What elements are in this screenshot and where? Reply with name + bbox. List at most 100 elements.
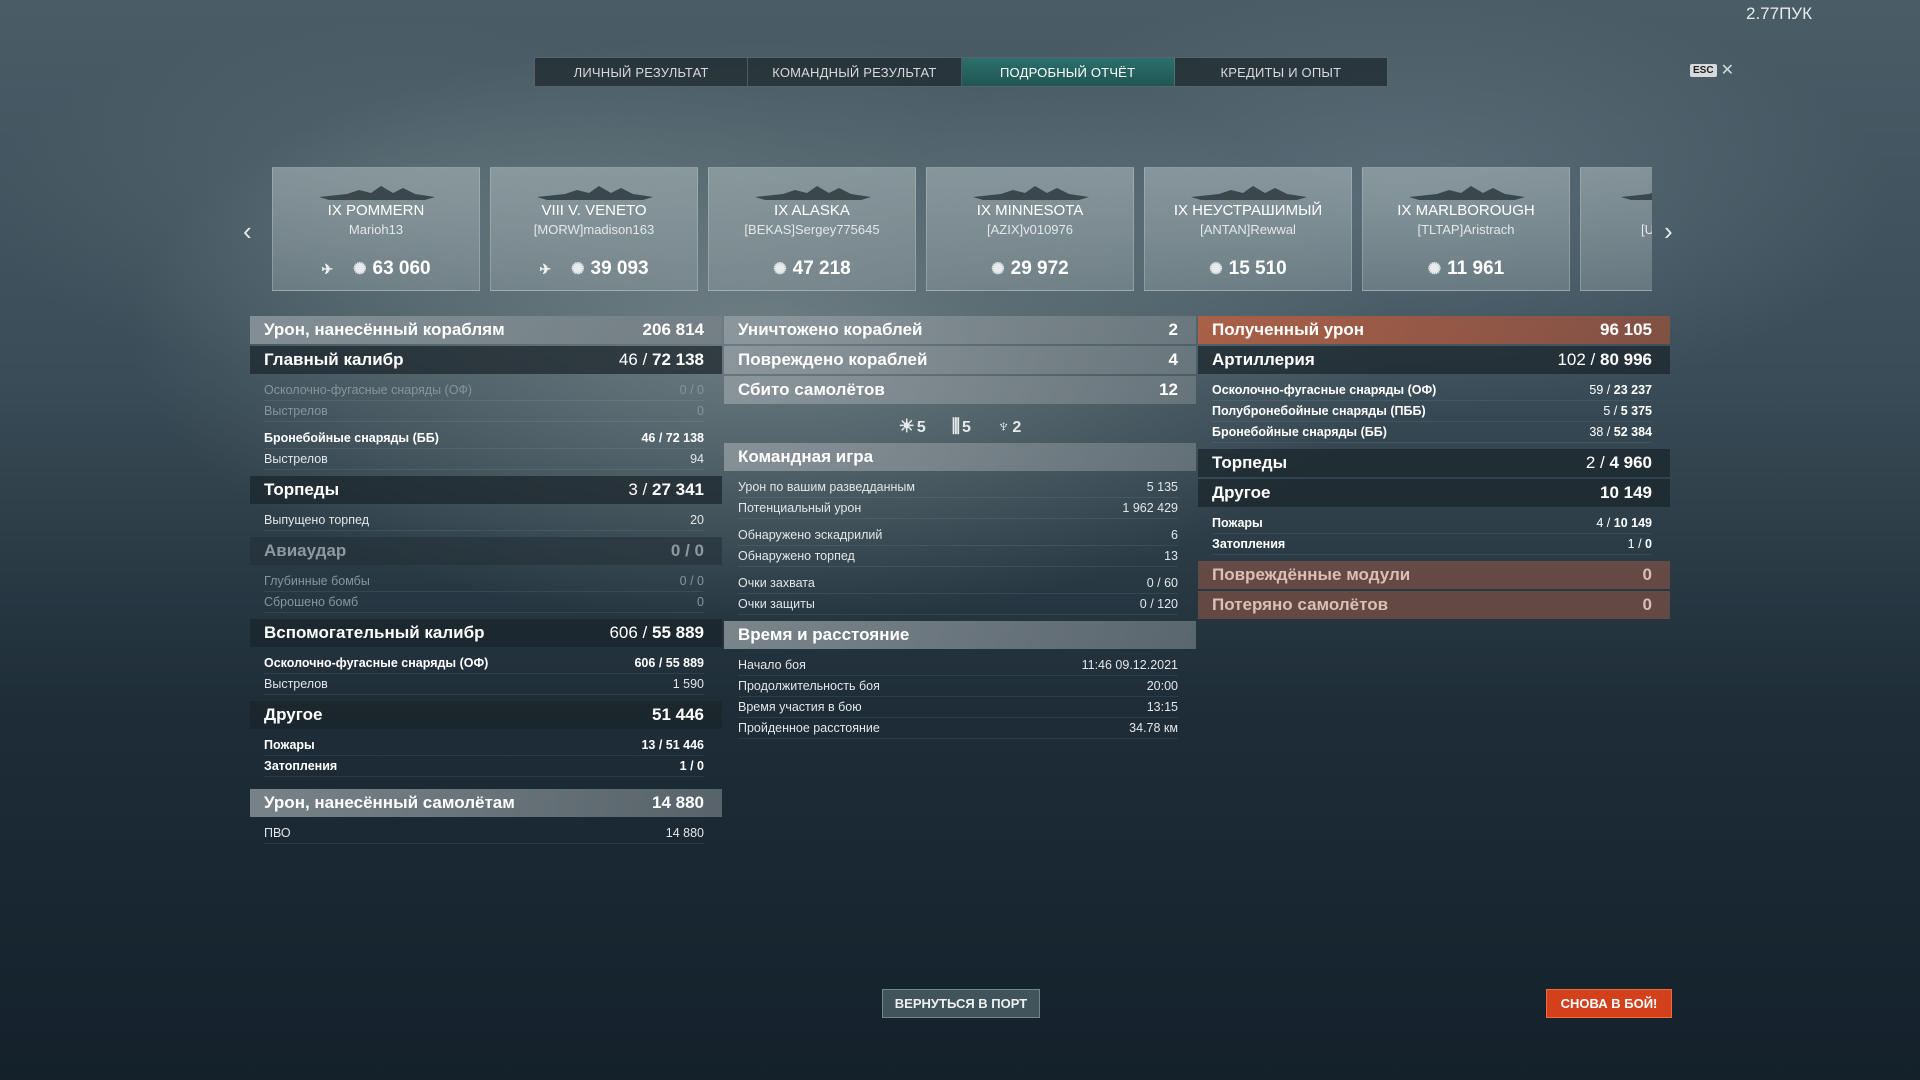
ship-name: IX MINNESOTA: [976, 202, 1084, 219]
damage-burst-icon: ✺: [1209, 261, 1223, 278]
main-battery-rows: Осколочно-фугасные снаряды (ОФ) 0 / 0 Выс…: [250, 376, 722, 476]
ship-damage-value: 11 961: [1447, 258, 1505, 279]
airplane-icon: ✈: [539, 260, 552, 277]
modules-value: 0: [1642, 565, 1652, 584]
destroyed-label: Уничтожено кораблей: [738, 320, 923, 339]
ship-card[interactable]: IX MARLBOROUGH [TLTAP]Aristrach ✺ 11 961: [1362, 167, 1570, 291]
player-name: [TLTAP]Aristrach: [1417, 222, 1515, 237]
torpedoes-value: 3 / 27 341: [628, 480, 704, 500]
row-value: 0 / 120: [1139, 597, 1178, 611]
row-value: 13:15: [1146, 700, 1178, 714]
ship-card[interactable]: IX POMMERN Marioh13 ✈ ✺ 63 060: [272, 167, 480, 291]
ship-name: IX MARLBOROUGH: [1397, 202, 1535, 219]
main-battery-header: Главный калибр 46 / 72 138: [250, 346, 722, 374]
ship-card[interactable]: VIII V. VENETO [MORW]madison163 ✈ ✺ 39 0…: [490, 167, 698, 291]
airstrike-value: 0 / 0: [670, 541, 704, 560]
dealt-damage-panel: Урон, нанесённый кораблям 206 814 Главны…: [250, 316, 722, 850]
team-play-rows: Урон по вашим разведданным 5 135 Потенциа…: [724, 473, 1196, 621]
table-row: Глубинные бомбы 0 / 0: [264, 571, 704, 592]
tab-personal-result[interactable]: ЛИЧНЫЙ РЕЗУЛЬТАТ: [535, 58, 749, 86]
damage-burst-icon: ✺: [353, 261, 367, 278]
row-value: 20: [690, 513, 704, 527]
return-to-port-button[interactable]: ВЕРНУТЬСЯ В ПОРТ: [882, 989, 1040, 1018]
fire-count: 2: [1012, 419, 1022, 436]
airstrike-header: Авиаудар 0 / 0: [250, 537, 722, 565]
tab-detailed-report[interactable]: ПОДРОБНЫЙ ОТЧЁТ: [961, 58, 1175, 86]
row-label: Бронебойные снаряды (ББ): [1212, 425, 1387, 439]
airstrike-label: Авиаудар: [264, 541, 347, 560]
row-label: Начало боя: [738, 658, 806, 672]
player-name: Marioh13: [348, 222, 404, 237]
destroyed-header: Уничтожено кораблей 2: [724, 316, 1196, 344]
table-row: Обнаружено эскадрилий 6: [738, 525, 1178, 546]
ship-card[interactable]: IX ALASKA [BEKAS]Sergey775645 ✺ 47 218: [708, 167, 916, 291]
row-label: Выстрелов: [264, 452, 328, 466]
received-torpedoes-header: Торпеды 2 / 4 960: [1198, 449, 1670, 477]
tab-credits-xp[interactable]: КРЕДИТЫ И ОПЫТ: [1175, 58, 1387, 86]
main-battery-damage: 72 138: [652, 350, 704, 369]
close-button[interactable]: ESC ✕: [1690, 60, 1734, 80]
secondary-damage: 55 889: [652, 623, 704, 642]
row-label: Время участия в бою: [738, 700, 862, 714]
planes-label: Сбито самолётов: [738, 380, 885, 399]
received-torpedoes-damage: 4 960: [1609, 453, 1652, 472]
row-value-damage: 23 237: [1613, 383, 1652, 397]
ship-card[interactable]: IX MINNESOTA [AZIX]v010976 ✺ 29 972: [926, 167, 1134, 291]
row-value: 34.78 км: [1129, 721, 1178, 735]
row-value: 0: [697, 404, 704, 418]
player-name: [U: [1641, 222, 1652, 237]
table-row: Выстрелов 94: [264, 449, 704, 470]
carousel-next-icon[interactable]: ›: [1664, 216, 1673, 247]
table-row: Выстрелов 1 590: [264, 674, 704, 695]
table-row: Выстрелов 0: [264, 401, 704, 422]
row-value: 13 / 51 446: [641, 738, 704, 752]
ship-card-partial[interactable]: [U: [1580, 167, 1652, 291]
ship-damage: ✺ 15 510: [1145, 258, 1351, 280]
row-label: Обнаружено торпед: [738, 549, 855, 563]
received-torpedoes-value: 2 / 4 960: [1586, 453, 1652, 473]
ship-silhouette-icon: [973, 186, 1089, 200]
plane-damage-label: Урон, нанесённый самолётам: [264, 793, 515, 812]
carousel-prev-icon[interactable]: ‹: [243, 216, 252, 247]
row-value-damage: 52 384: [1613, 425, 1652, 439]
close-icon: ✕: [1720, 62, 1734, 79]
plane-damage-header: Урон, нанесённый самолётам 14 880: [250, 789, 722, 817]
row-value: 1 590: [672, 677, 704, 691]
destroyed-value: 2: [1168, 320, 1178, 339]
ship-card[interactable]: IX НЕУСТРАШИМЫЙ [ANTAN]Rewwal ✺ 15 510: [1144, 167, 1352, 291]
row-value: 5 135: [1146, 480, 1178, 494]
tab-team-result[interactable]: КОМАНДНЫЙ РЕЗУЛЬТАТ: [748, 58, 962, 86]
ship-name: VIII V. VENETO: [541, 202, 647, 219]
secondary-label: Вспомогательный калибр: [264, 623, 485, 642]
table-row: Продолжительность боя 20:00: [738, 676, 1178, 697]
row-label: Очки захвата: [738, 576, 815, 590]
received-other-value: 10 149: [1600, 483, 1652, 502]
player-name: [BEKAS]Sergey775645: [744, 222, 880, 237]
received-total: 96 105: [1600, 320, 1652, 339]
time-label: Время и расстояние: [738, 625, 910, 644]
table-row: Осколочно-фугасные снаряды (ОФ) 0 / 0: [264, 380, 704, 401]
row-label: Пройденное расстояние: [738, 721, 880, 735]
row-value: 0: [697, 595, 704, 609]
modules-label: Повреждённые модули: [1212, 565, 1411, 584]
achievement-counters: ☀ 5 ⫼ 5 ♆ 2: [724, 406, 1196, 443]
battle-again-button[interactable]: СНОВА В БОЙ!: [1546, 989, 1672, 1018]
row-value: 38 / 52 384: [1589, 422, 1652, 442]
received-torpedoes-label: Торпеды: [1212, 453, 1288, 472]
torpedoes-header: Торпеды 3 / 27 341: [250, 476, 722, 504]
player-name: [AZIX]v010976: [987, 222, 1073, 237]
damage-burst-icon: ✺: [773, 261, 787, 278]
row-label: Пожары: [264, 738, 315, 752]
fire-counter: ♆ 2: [997, 416, 1021, 437]
ship-damage: ✈ ✺ 39 093: [491, 258, 697, 280]
row-value: 0 / 0: [679, 574, 704, 588]
row-value: 46 / 72 138: [641, 431, 704, 445]
table-row: ПВО 14 880: [264, 823, 704, 844]
damaged-value: 4: [1168, 350, 1178, 369]
secondary-value: 606 / 55 889: [609, 623, 704, 643]
row-label: Сброшено бомб: [264, 595, 359, 609]
table-row: Осколочно-фугасные снаряды (ОФ) 59 / 23 2…: [1212, 380, 1652, 401]
row-value-damage: 10 149: [1613, 516, 1652, 530]
row-label: Продолжительность боя: [738, 679, 880, 693]
ship-damage-total: 206 814: [642, 320, 704, 339]
